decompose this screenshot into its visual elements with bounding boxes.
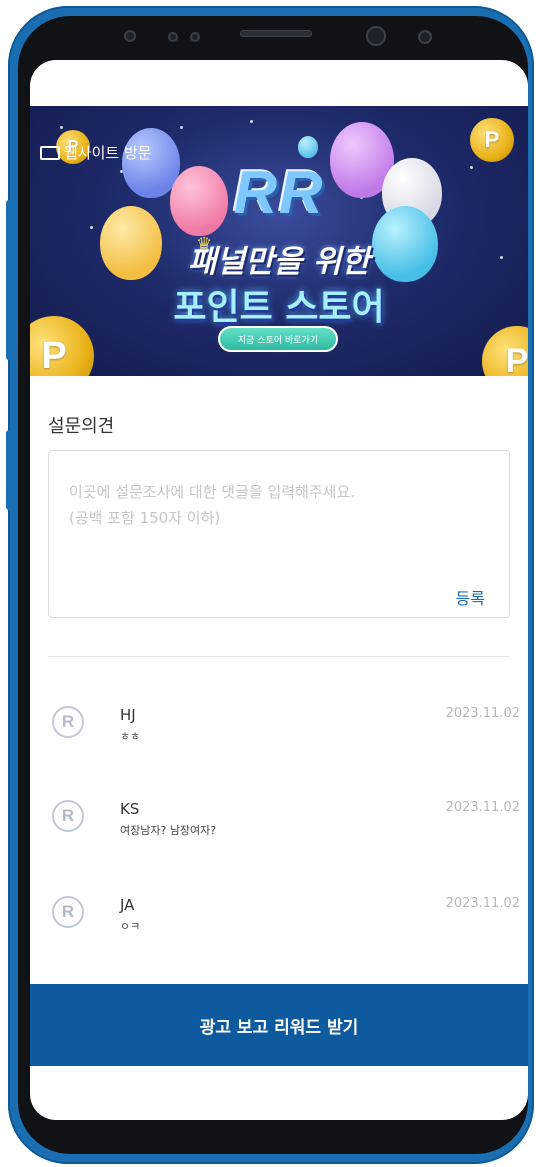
avatar: R (52, 896, 84, 928)
banner-headline-1: 패널만을 위한 (188, 244, 370, 280)
speaker-grille (240, 30, 312, 37)
promo-banner[interactable]: P P P P 웹사이트 방문 RR ♛ 패널만을 위한 포인트 스토어 지금 … (30, 106, 528, 376)
sensor-icon (168, 32, 178, 42)
front-camera-icon (366, 26, 386, 46)
comment-author: HJ (120, 706, 136, 724)
balloon-icon (298, 136, 318, 158)
comment-date: 2023.11.02 (445, 706, 520, 721)
comment-author: KS (120, 800, 140, 818)
register-button[interactable]: 등록 (456, 585, 485, 609)
banner-headline-2: 포인트 스토어 (173, 287, 385, 328)
comment-item: R JA ㅇㅋ 2023.11.02 (48, 894, 528, 954)
comment-date: 2023.11.02 (445, 896, 520, 911)
avatar: R (52, 800, 84, 832)
star-icon (60, 126, 63, 129)
app-screen: P P P P 웹사이트 방문 RR ♛ 패널만을 위한 포인트 스토어 지금 … (30, 60, 528, 1120)
comment-item: R KS 여장남자? 남장여자? 2023.11.02 (48, 798, 528, 858)
rr-logo: RR (233, 159, 325, 226)
comment-input[interactable]: 이곳에 설문조사에 대한 댓글을 입력해주세요. (공백 포함 150자 이하)… (48, 450, 510, 618)
comment-date: 2023.11.02 (445, 800, 520, 815)
volume-button (6, 200, 14, 360)
comment-item: R HJ ㅎㅎ 2023.11.02 (48, 704, 528, 764)
star-icon (180, 126, 183, 129)
sensor-icon (418, 30, 432, 44)
watch-ad-reward-button[interactable]: 광고 보고 리워드 받기 (30, 984, 528, 1066)
go-to-store-button[interactable]: 지금 스토어 바로가기 (218, 326, 338, 352)
camera-icon (124, 30, 136, 42)
point-coin-icon: P (470, 118, 514, 162)
star-icon (250, 120, 253, 123)
sensor-icon (190, 32, 200, 42)
comment-text: ㅎㅎ (120, 730, 141, 743)
point-coin-icon: P (482, 326, 528, 376)
comment-author: JA (120, 896, 135, 914)
section-title: 설문의견 (48, 416, 115, 437)
comment-text: ㅇㅋ (120, 920, 141, 933)
comment-placeholder: 이곳에 설문조사에 대한 댓글을 입력해주세요. (공백 포함 150자 이하) (69, 483, 356, 527)
avatar: R (52, 706, 84, 738)
divider (48, 656, 510, 657)
power-button (6, 430, 14, 510)
comment-text: 여장남자? 남장여자? (120, 824, 217, 837)
